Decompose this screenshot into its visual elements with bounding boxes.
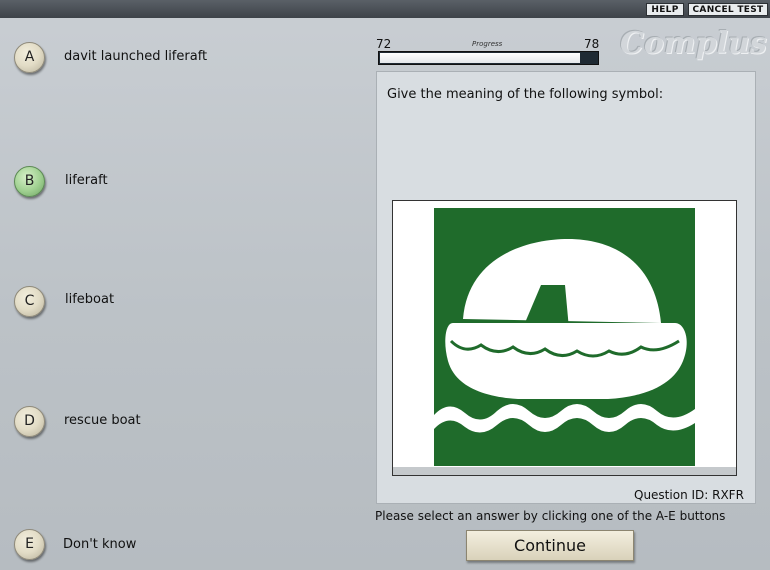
instruction-text: Please select an answer by clicking one … [375,509,726,523]
option-d-label: rescue boat [64,413,141,428]
option-b-label: liferaft [65,173,108,188]
progress-label: Progress [472,40,503,48]
help-button[interactable]: HELP [646,3,684,16]
option-c-button[interactable]: C [14,286,45,317]
top-toolbar: HELP CANCEL TEST [0,0,770,18]
progress-fill [380,53,580,63]
option-e-label: Don't know [63,537,137,552]
option-a-label: davit launched liferaft [64,49,208,64]
progress-total: 78 [584,37,600,51]
question-id: Question ID: RXFR [634,488,744,502]
question-text: Give the meaning of the following symbol… [387,87,664,102]
option-b-button[interactable]: B [14,166,45,197]
complus-logo: Complus [620,26,767,61]
option-a-button[interactable]: A [14,42,45,73]
continue-button[interactable]: Continue [466,530,634,561]
option-e-button[interactable]: E [14,529,45,560]
symbol-image-frame [392,200,737,476]
image-bottom-strip [393,467,736,475]
cancel-test-button[interactable]: CANCEL TEST [688,3,768,16]
progress-current: 72 [376,37,392,51]
progress-bar [378,51,599,65]
liferaft-symbol-icon [434,208,695,466]
option-c-label: lifeboat [65,292,115,307]
option-d-button[interactable]: D [14,406,45,437]
